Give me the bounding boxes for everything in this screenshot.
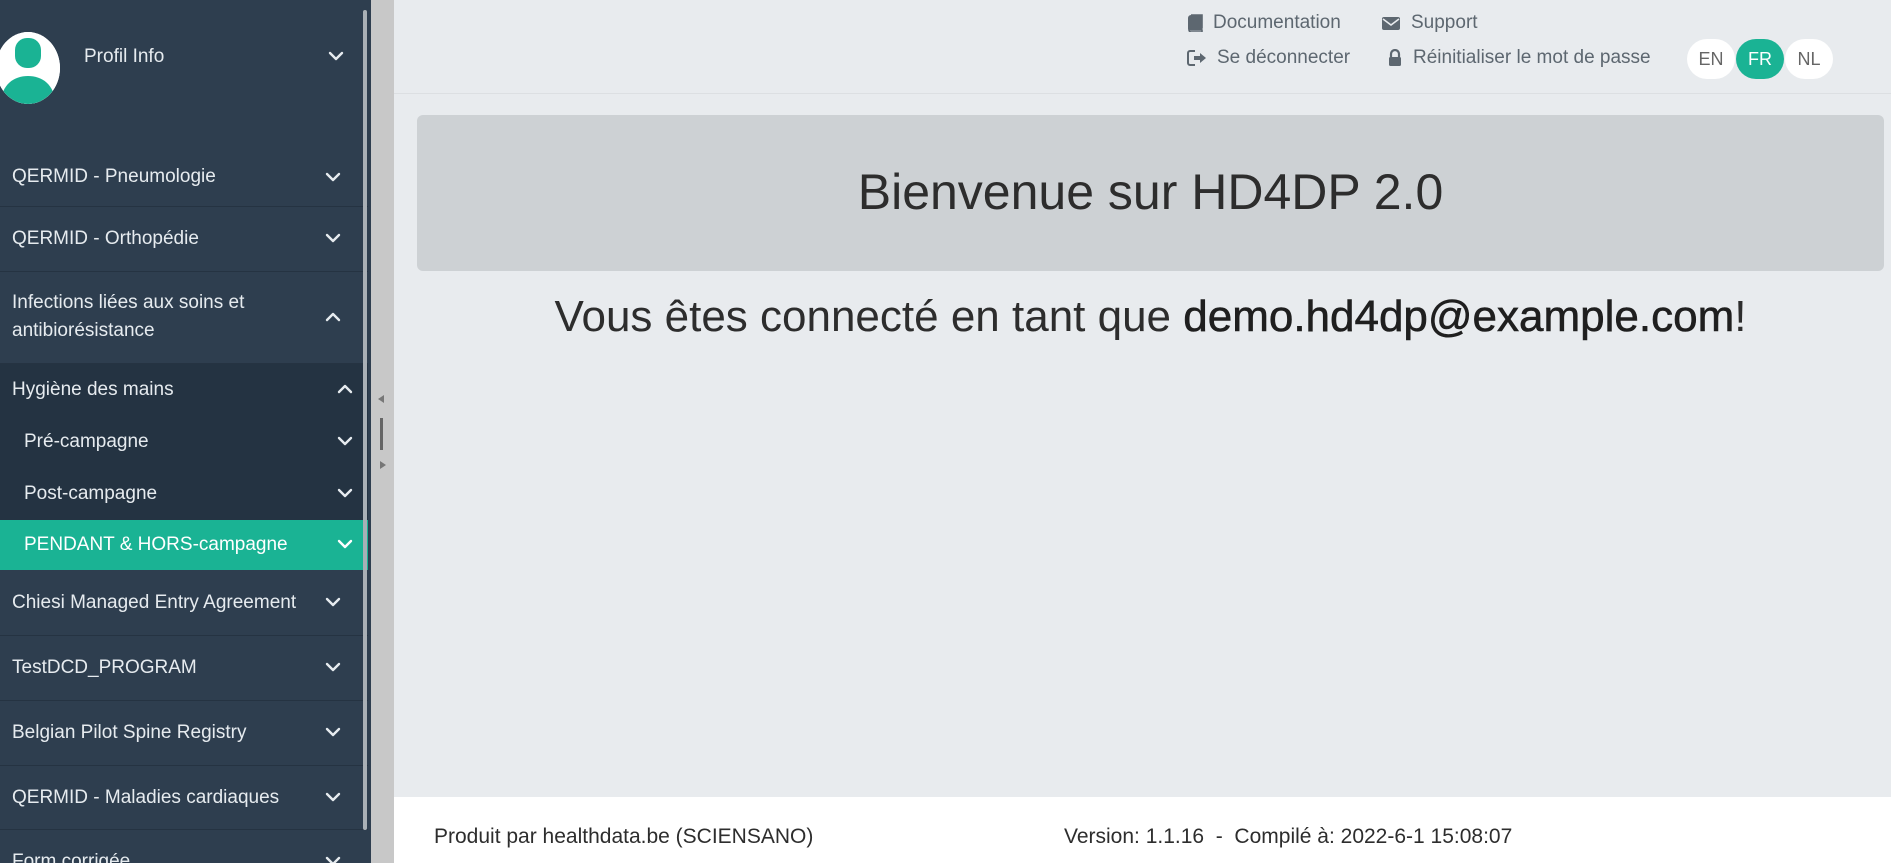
- sidebar-item-chiesi[interactable]: Chiesi Managed Entry Agreement: [0, 570, 368, 636]
- support-link[interactable]: Support: [1381, 12, 1478, 34]
- reset-password-label: Réinitialiser le mot de passe: [1413, 47, 1651, 68]
- welcome-title: Bienvenue sur HD4DP 2.0: [857, 164, 1444, 220]
- support-label: Support: [1411, 12, 1478, 33]
- chevron-down-icon: [324, 852, 342, 863]
- language-en-button[interactable]: EN: [1687, 39, 1735, 79]
- user-email: demo.hd4dp@example.com: [1183, 292, 1735, 342]
- chevron-down-icon: [336, 535, 354, 553]
- logout-label: Se déconnecter: [1217, 47, 1351, 68]
- sidebar-item-label: Hygiène des mains: [12, 379, 174, 400]
- sidebar-item-label: TestDCD_PROGRAM: [12, 657, 197, 678]
- documentation-link[interactable]: Documentation: [1187, 12, 1341, 34]
- splitter-grip[interactable]: [380, 418, 383, 450]
- profile-label: Profil Info: [84, 46, 165, 67]
- sidebar-item-label: Form corrigée: [12, 851, 131, 863]
- chevron-down-icon: [324, 168, 342, 186]
- language-nl-button[interactable]: NL: [1785, 39, 1833, 79]
- sidebar-item-pre-campagne[interactable]: Pré-campagne: [0, 416, 368, 468]
- sidebar-item-label-line1: Infections liées aux soins et: [12, 292, 245, 313]
- chevron-down-icon: [324, 723, 342, 741]
- sidebar-item-label: Post-campagne: [24, 483, 158, 504]
- chevron-down-icon: [324, 658, 342, 676]
- connected-suffix: !: [1734, 292, 1747, 341]
- sidebar-item-qermid-orthopedie[interactable]: QERMID - Orthopédie: [0, 207, 368, 272]
- documentation-label: Documentation: [1213, 12, 1341, 33]
- sidebar-item-label: Pré-campagne: [24, 431, 149, 452]
- sidebar-item-pendant-hors-campagne[interactable]: PENDANT & HORS-campagne: [0, 520, 368, 570]
- book-icon: [1187, 14, 1203, 32]
- chevron-down-icon: [324, 229, 342, 247]
- logout-link[interactable]: Se déconnecter: [1187, 47, 1350, 69]
- sidebar-scrollbar[interactable]: [363, 10, 367, 830]
- sidebar-item-testdcd[interactable]: TestDCD_PROGRAM: [0, 636, 368, 701]
- chevron-down-icon: [324, 593, 342, 611]
- sidebar-item-label: QERMID - Pneumologie: [12, 166, 216, 187]
- lock-icon: [1387, 49, 1403, 67]
- chevron-down-icon: [324, 788, 342, 806]
- top-bar: Documentation Support Se déconnecter Réi…: [394, 0, 1891, 94]
- chevron-up-icon: [336, 380, 354, 398]
- envelope-icon: [1381, 15, 1401, 31]
- collapse-left-icon[interactable]: [378, 395, 384, 403]
- sidebar-item-qermid-pneumologie[interactable]: QERMID - Pneumologie: [0, 148, 368, 207]
- sidebar-splitter[interactable]: [371, 0, 394, 863]
- footer: Produit par healthdata.be (SCIENSANO) Ve…: [394, 797, 1891, 863]
- chevron-down-icon: [336, 484, 354, 502]
- avatar: [0, 32, 60, 104]
- sidebar-item-label: QERMID - Maladies cardiaques: [12, 787, 280, 808]
- sign-out-icon: [1187, 49, 1207, 67]
- sidebar: Profil Info QERMID - Pneumologie QERMID …: [0, 0, 371, 863]
- produced-by-text: Produit par healthdata.be (SCIENSANO): [434, 825, 814, 848]
- chevron-up-icon: [324, 308, 342, 326]
- sidebar-item-post-campagne[interactable]: Post-campagne: [0, 468, 368, 520]
- sidebar-item-infections[interactable]: Infections liées aux soins et antibiorés…: [0, 272, 368, 364]
- welcome-banner: Bienvenue sur HD4DP 2.0: [417, 115, 1884, 271]
- profile-menu[interactable]: Profil Info: [0, 0, 371, 112]
- sidebar-item-qermid-maladies-cardiaques[interactable]: QERMID - Maladies cardiaques: [0, 766, 368, 830]
- expand-right-icon[interactable]: [380, 461, 386, 469]
- sidebar-item-form-corrigee[interactable]: Form corrigée: [0, 830, 368, 863]
- sidebar-item-label-line2: antibiorésistance: [12, 320, 155, 341]
- connected-as-text: Vous êtes connecté en tant que demo.hd4d…: [417, 292, 1884, 342]
- reset-password-link[interactable]: Réinitialiser le mot de passe: [1387, 47, 1651, 69]
- chevron-down-icon: [336, 432, 354, 450]
- connected-prefix: Vous êtes connecté en tant que: [554, 292, 1184, 341]
- sidebar-item-hygiene-des-mains[interactable]: Hygiène des mains: [0, 364, 368, 416]
- sidebar-item-label: QERMID - Orthopédie: [12, 228, 199, 249]
- version-text: Version: 1.1.16 - Compilé à: 2022-6-1 15…: [1064, 825, 1513, 848]
- sidebar-item-label: Belgian Pilot Spine Registry: [12, 722, 247, 743]
- language-fr-button[interactable]: FR: [1736, 39, 1784, 79]
- sidebar-item-belgian-pilot-spine-registry[interactable]: Belgian Pilot Spine Registry: [0, 701, 368, 766]
- sidebar-item-label: PENDANT & HORS-campagne: [24, 534, 288, 555]
- chevron-down-icon: [327, 47, 345, 65]
- sidebar-item-label: Chiesi Managed Entry Agreement: [12, 592, 297, 613]
